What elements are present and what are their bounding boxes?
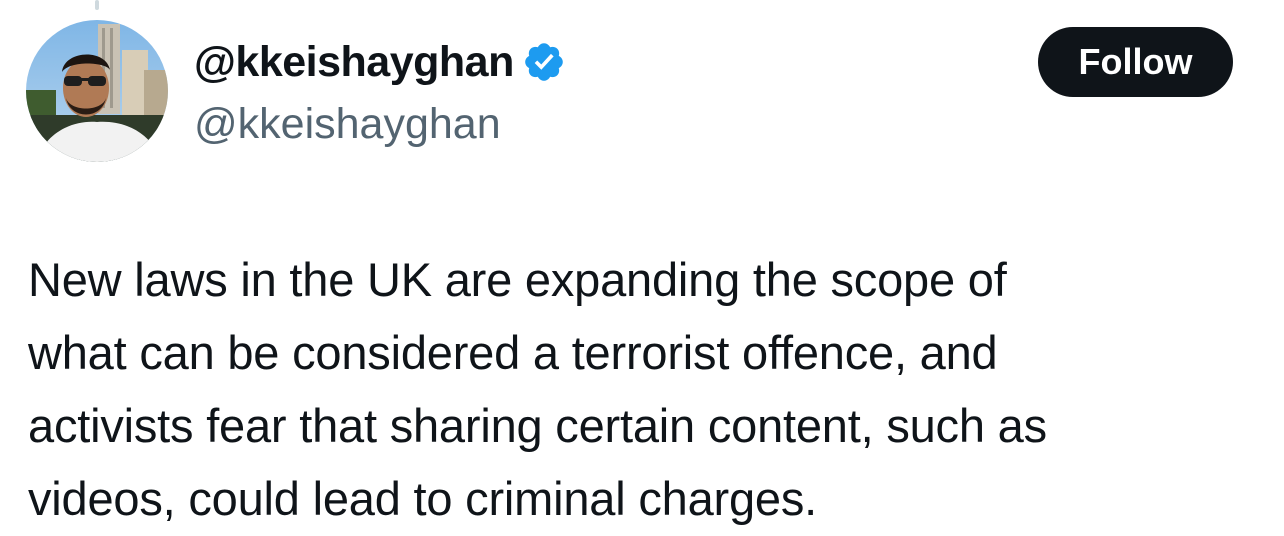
follow-button[interactable]: Follow [1038,27,1233,97]
display-name[interactable]: @kkeishayghan [194,38,514,87]
verified-badge-icon [522,40,566,84]
thread-connector-line [95,0,99,10]
avatar[interactable] [26,20,168,162]
handle[interactable]: @kkeishayghan [194,94,566,154]
profile-photo [26,20,168,162]
tweet-text: New laws in the UK are expanding the sco… [28,253,1047,525]
author-name-row[interactable]: @kkeishayghan [194,32,566,92]
